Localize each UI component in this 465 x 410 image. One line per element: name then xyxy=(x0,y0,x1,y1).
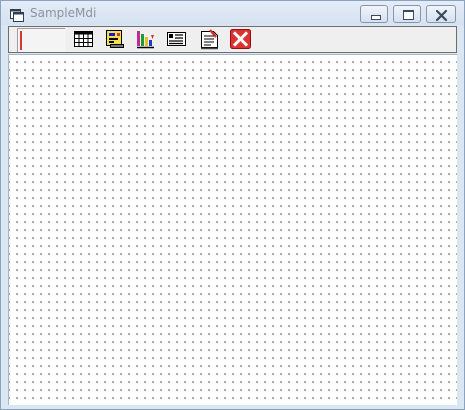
restore-button[interactable] xyxy=(393,5,421,23)
report-icon xyxy=(198,28,221,50)
report-button[interactable] xyxy=(198,28,221,50)
text-cursor xyxy=(20,31,22,50)
mdi-window: SampleMdi xyxy=(0,0,465,410)
close-icon xyxy=(435,7,448,22)
toolbar-edit-field[interactable] xyxy=(17,28,65,52)
chart-icon xyxy=(134,28,157,50)
minimize-icon xyxy=(371,15,381,20)
exit-button[interactable] xyxy=(229,28,252,50)
form-layout-button[interactable] xyxy=(103,28,126,50)
chart-button[interactable] xyxy=(134,28,157,50)
grid-icon xyxy=(72,28,95,50)
app-icon[interactable] xyxy=(10,7,24,22)
close-button[interactable] xyxy=(426,5,456,23)
form-layout-icon xyxy=(103,28,126,50)
grid-button[interactable] xyxy=(72,28,95,50)
exit-icon xyxy=(229,28,252,50)
title-bar[interactable]: SampleMdi xyxy=(1,1,464,25)
restore-icon xyxy=(403,10,414,20)
card-view-icon xyxy=(165,28,188,50)
mdi-client-area[interactable] xyxy=(8,54,457,405)
card-view-button[interactable] xyxy=(165,28,188,50)
minimize-button[interactable] xyxy=(360,5,388,23)
window-title: SampleMdi xyxy=(30,6,97,20)
toolbar xyxy=(8,26,457,53)
